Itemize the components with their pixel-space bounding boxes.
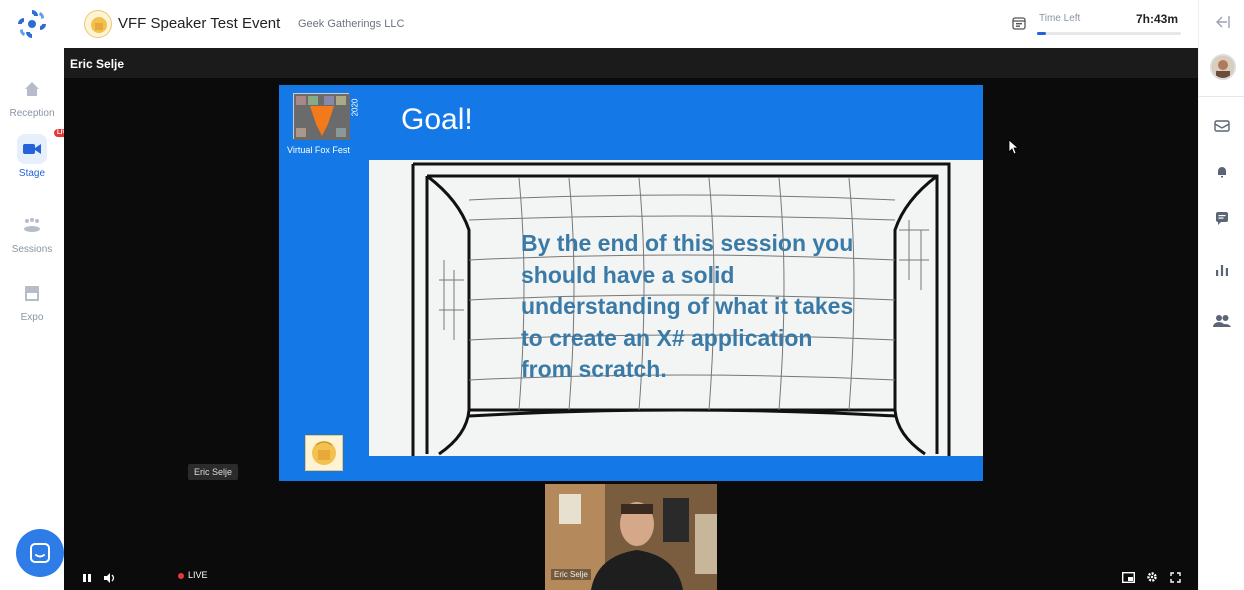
slide-brand: Virtual Fox Fest	[287, 145, 350, 155]
camera-icon: LIVE	[17, 128, 75, 164]
right-rail	[1198, 0, 1244, 590]
volume-button[interactable]	[104, 570, 116, 588]
volume-icon	[104, 573, 115, 583]
speaker-tag: Eric Selje	[188, 464, 239, 480]
inbox-icon[interactable]	[1212, 116, 1232, 136]
poll-chart-icon[interactable]	[1212, 260, 1232, 280]
pause-icon	[83, 574, 91, 582]
nav-stage-label: Stage	[18, 168, 46, 179]
group-icon	[17, 210, 47, 240]
collapse-panel-icon[interactable]	[1212, 12, 1232, 32]
nav-sessions-label: Sessions	[11, 244, 53, 255]
nav-sessions[interactable]: Sessions	[0, 210, 64, 255]
vff-badge-icon	[305, 435, 343, 471]
slide-year: 2020	[350, 98, 360, 117]
chat-launcher-button[interactable]	[16, 529, 64, 577]
nav-expo-label: Expo	[20, 312, 44, 323]
slide-title: Goal!	[401, 103, 473, 136]
stage-player: Eric Selje 2020 Virtual Fox Fest Goal! B…	[64, 48, 1198, 590]
calendar-icon	[1012, 16, 1026, 30]
event-organizer: Geek Gatherings LLC	[298, 18, 405, 30]
left-nav: Reception LIVE Stage Sessions Expo	[0, 0, 75, 590]
time-left-label: Time Left	[1039, 13, 1081, 24]
live-indicator-label: LIVE	[188, 570, 208, 580]
slide-content: By the end of this session you should ha…	[369, 160, 983, 456]
stage-header: Eric Selje	[64, 48, 1198, 78]
header: VFF Speaker Test Event Geek Gatherings L…	[64, 0, 1198, 48]
gear-icon	[1147, 572, 1157, 582]
fullscreen-button[interactable]	[1170, 570, 1181, 588]
nav-reception[interactable]: Reception	[0, 74, 64, 119]
nav-stage[interactable]: LIVE Stage	[0, 128, 75, 179]
presenter-name: Eric Selje	[70, 57, 125, 71]
time-progress-bar	[1037, 32, 1181, 35]
pip-icon	[1121, 571, 1136, 584]
fullscreen-icon	[1170, 572, 1181, 583]
user-avatar[interactable]	[1210, 54, 1236, 80]
nav-expo[interactable]: Expo	[0, 278, 64, 323]
pause-button[interactable]	[82, 570, 92, 588]
app-logo-icon[interactable]	[14, 6, 50, 42]
mouse-cursor-icon	[1008, 139, 1020, 160]
player-controls: LIVE	[64, 562, 1198, 590]
slide-body-text: By the end of this session you should ha…	[521, 230, 854, 382]
nav-reception-label: Reception	[9, 108, 55, 119]
presentation-slide: 2020 Virtual Fox Fest Goal! By the end o…	[279, 85, 983, 481]
chat-bubble-icon[interactable]	[1212, 208, 1232, 228]
fox-fest-logo	[293, 93, 350, 140]
booth-icon	[17, 278, 47, 308]
event-title: VFF Speaker Test Event	[118, 15, 281, 32]
time-progress-fill	[1037, 32, 1046, 35]
live-indicator-dot	[178, 573, 184, 579]
home-icon	[17, 74, 47, 104]
event-logo	[84, 10, 112, 38]
people-icon[interactable]	[1212, 311, 1232, 331]
settings-button[interactable]	[1146, 570, 1158, 588]
picture-in-picture-button[interactable]	[1121, 570, 1136, 588]
chat-icon	[30, 543, 50, 563]
time-left-value: 7h:43m	[1136, 12, 1179, 26]
bell-icon[interactable]	[1212, 162, 1232, 182]
